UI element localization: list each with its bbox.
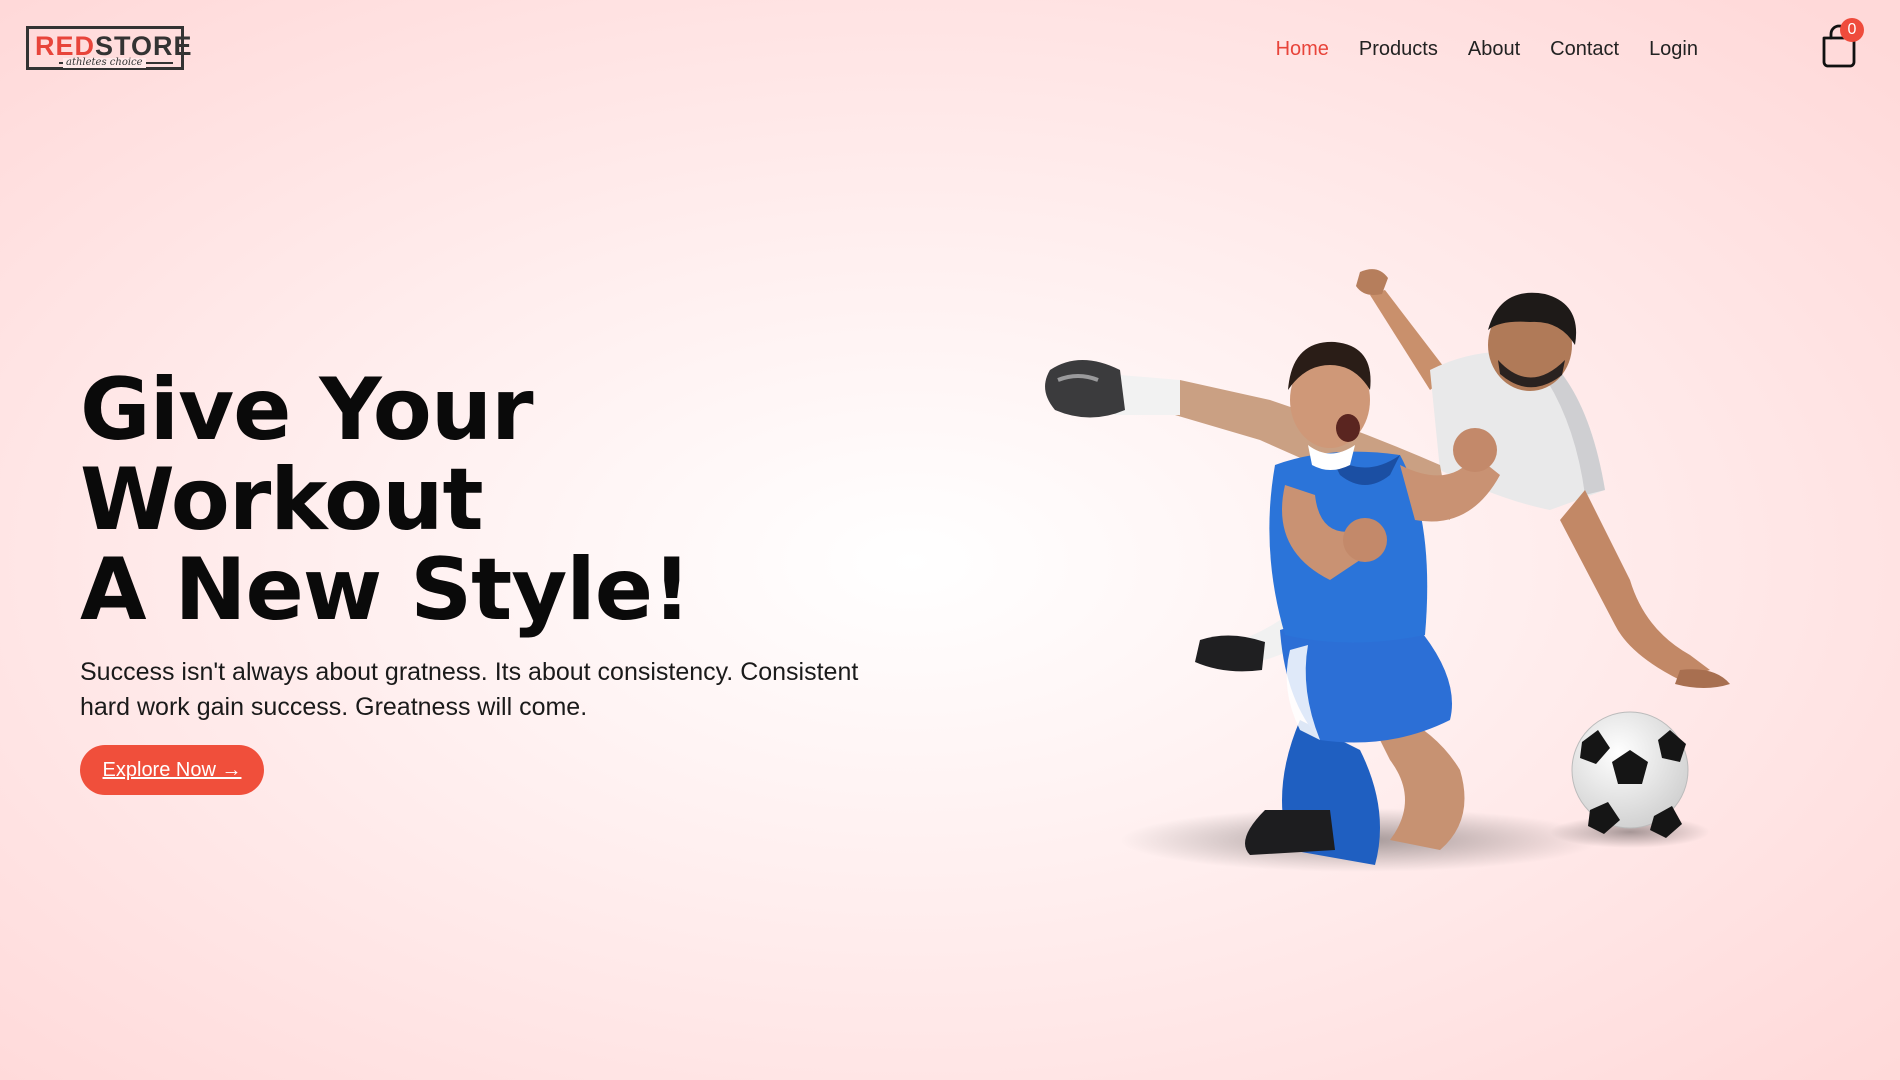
nav-link-home[interactable]: Home (1276, 38, 1329, 60)
nav-link-login[interactable]: Login (1649, 38, 1698, 60)
hero-title-line: Give Your (80, 360, 534, 460)
nav-link-about[interactable]: About (1468, 38, 1520, 60)
navbar: REDSTORE athletes choice Home Products A… (0, 0, 1900, 100)
nav-link-contact[interactable]: Contact (1550, 38, 1619, 60)
logo-tagline: athletes choice (63, 58, 146, 68)
nav-menu: Home Products About Contact Login (1276, 36, 1698, 62)
nav-link-products[interactable]: Products (1359, 38, 1438, 60)
soccer-players-image (1045, 269, 1730, 872)
redstore-logo[interactable]: REDSTORE athletes choice (26, 26, 192, 70)
hero-title: Give Your Workout A New Style! (80, 365, 780, 635)
hero-title-line: A New Style! (80, 540, 691, 640)
hero-title-line: Workout (80, 450, 484, 550)
hero-description: Success isn't always about gratness. Its… (80, 658, 859, 721)
explore-now-button[interactable]: Explore Now → (80, 745, 264, 795)
cart-count-badge: 0 (1840, 18, 1864, 42)
soccer-ball (1571, 711, 1689, 838)
